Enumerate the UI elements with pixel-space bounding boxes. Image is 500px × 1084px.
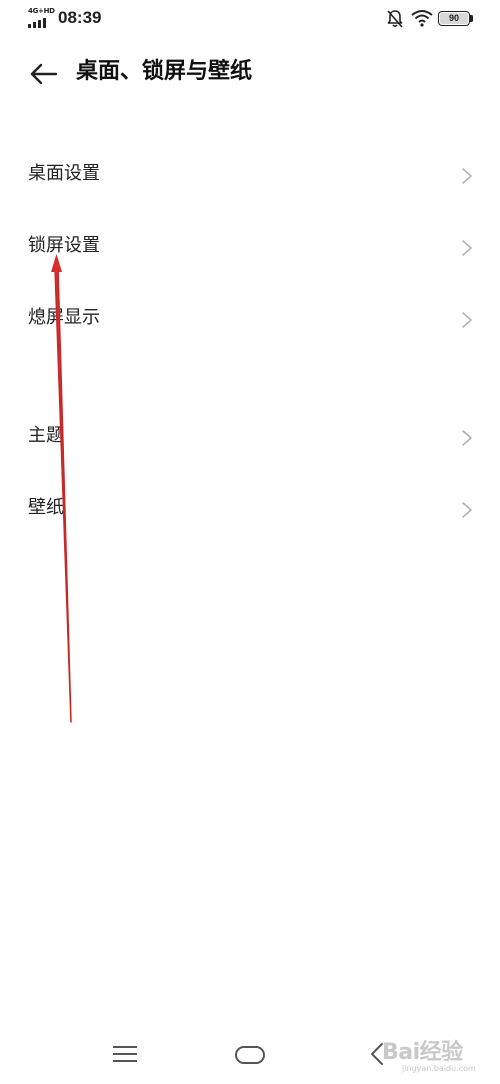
battery-cap <box>470 15 473 22</box>
home-icon[interactable] <box>234 1044 266 1066</box>
settings-item-lockscreen[interactable]: 锁屏设置 <box>0 218 500 278</box>
settings-item-desktop[interactable]: 桌面设置 <box>0 146 500 206</box>
status-time: 08:39 <box>58 8 102 27</box>
watermark-sub: jingyan.baidu.com <box>402 1064 476 1073</box>
mute-bell-icon <box>387 10 403 28</box>
settings-item-always-on-display[interactable]: 熄屏显示 <box>0 290 500 350</box>
item-label: 主题 <box>28 425 64 446</box>
network-type: 4G+HD <box>28 7 55 15</box>
settings-screen: 4G+HD 08:39 90 桌面、锁屏与壁纸 桌面设置 锁屏设置 熄屏显示 主… <box>0 0 500 1084</box>
back-arrow-icon <box>30 63 58 85</box>
signal-icon: 4G+HD <box>28 7 55 30</box>
settings-item-wallpaper[interactable]: 壁纸 <box>0 480 500 540</box>
page-title: 桌面、锁屏与壁纸 <box>76 59 253 84</box>
chevron-right-icon <box>462 502 472 518</box>
chevron-right-icon <box>462 168 472 184</box>
item-label: 熄屏显示 <box>28 307 100 328</box>
watermark: Bai经验 jingyan.baidu.com <box>382 1028 494 1080</box>
chevron-right-icon <box>462 430 472 446</box>
item-label: 桌面设置 <box>28 163 100 184</box>
back-button[interactable] <box>26 56 62 92</box>
item-label: 锁屏设置 <box>28 235 100 256</box>
chevron-right-icon <box>462 312 472 328</box>
battery-level: 90 <box>440 13 468 24</box>
wifi-icon <box>411 10 433 27</box>
menu-icon[interactable] <box>110 1044 140 1064</box>
settings-item-theme[interactable]: 主题 <box>0 408 500 468</box>
chevron-right-icon <box>462 240 472 256</box>
battery-icon: 90 <box>438 11 470 26</box>
item-label: 壁纸 <box>28 497 64 518</box>
status-bar: 4G+HD 08:39 90 <box>0 0 500 40</box>
watermark-text: Bai经验 <box>382 1040 463 1065</box>
